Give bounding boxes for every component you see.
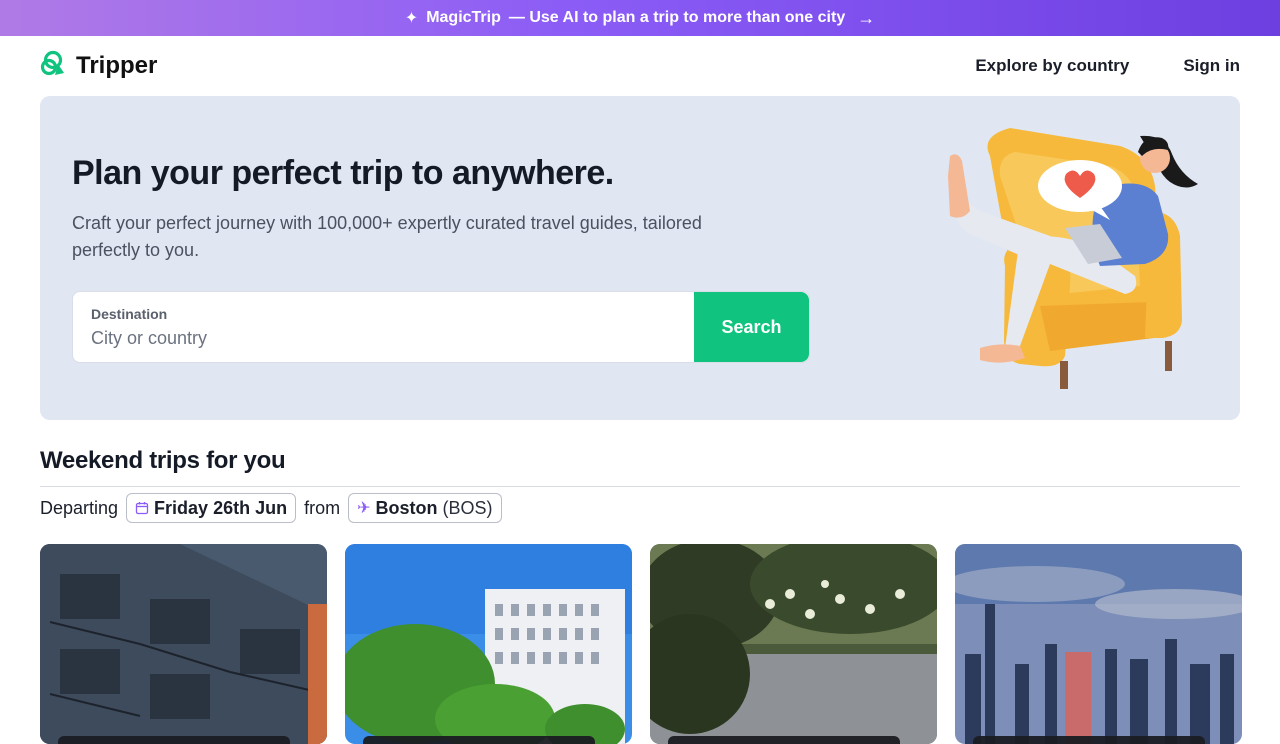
card-caption (363, 736, 595, 744)
woman-in-armchair-illustration (948, 128, 1198, 389)
trip-card[interactable] (345, 544, 632, 744)
trip-photo-garden (650, 544, 937, 744)
trip-card[interactable] (955, 544, 1242, 744)
destination-label: Destination (91, 306, 168, 322)
departure-filter: Departing Friday 26th Jun from ✈ Boston … (40, 493, 502, 523)
departure-date-chip[interactable]: Friday 26th Jun (126, 493, 297, 523)
destination-field[interactable]: Destination (73, 292, 694, 362)
card-caption (973, 736, 1205, 744)
weekend-trips-title: Weekend trips for you (40, 447, 286, 474)
logo-text: Tripper (76, 52, 158, 79)
explore-by-country-link[interactable]: Explore by country (975, 56, 1129, 76)
from-label: from (304, 497, 341, 518)
tripper-logo-icon (40, 50, 64, 76)
trip-photo-skyline (955, 544, 1242, 744)
trip-photo-building (40, 544, 327, 744)
card-caption (668, 736, 900, 744)
sparkle-icon: ✦ (404, 10, 419, 27)
trip-card[interactable] (650, 544, 937, 744)
search-button[interactable]: Search (694, 292, 809, 362)
hero-subtitle: Craft your perfect journey with 100,000+… (72, 213, 702, 260)
calendar-icon (135, 502, 149, 515)
departure-airport-code: (BOS) (442, 497, 493, 518)
hero-title: Plan your perfect trip to anywhere. (72, 154, 614, 192)
airplane-icon: ✈ (357, 500, 371, 517)
destination-search: Destination Search (72, 291, 810, 363)
departing-label: Departing (40, 497, 119, 518)
card-caption (58, 736, 290, 744)
departure-date: Friday 26th Jun (154, 497, 288, 518)
trip-card[interactable] (40, 544, 327, 744)
departure-city-chip[interactable]: ✈ Boston (BOS) (348, 493, 502, 523)
sign-in-link[interactable]: Sign in (1183, 56, 1240, 76)
hero-section: Plan your perfect trip to anywhere. Craf… (40, 96, 1240, 420)
promo-banner[interactable]: ✦ MagicTrip — Use AI to plan a trip to m… (0, 0, 1280, 36)
promo-brand: MagicTrip (426, 9, 501, 26)
section-divider (40, 486, 1240, 487)
logo[interactable]: Tripper (40, 49, 157, 83)
trip-photo-hotel (345, 544, 632, 744)
promo-text: — Use AI to plan a trip to more than one… (508, 9, 846, 26)
trip-cards (40, 544, 1242, 744)
departure-city: Boston (375, 497, 438, 518)
destination-input[interactable] (91, 328, 676, 349)
top-nav: Tripper Explore by country Sign in (0, 36, 1280, 96)
arrow-right-icon: → (857, 7, 876, 28)
